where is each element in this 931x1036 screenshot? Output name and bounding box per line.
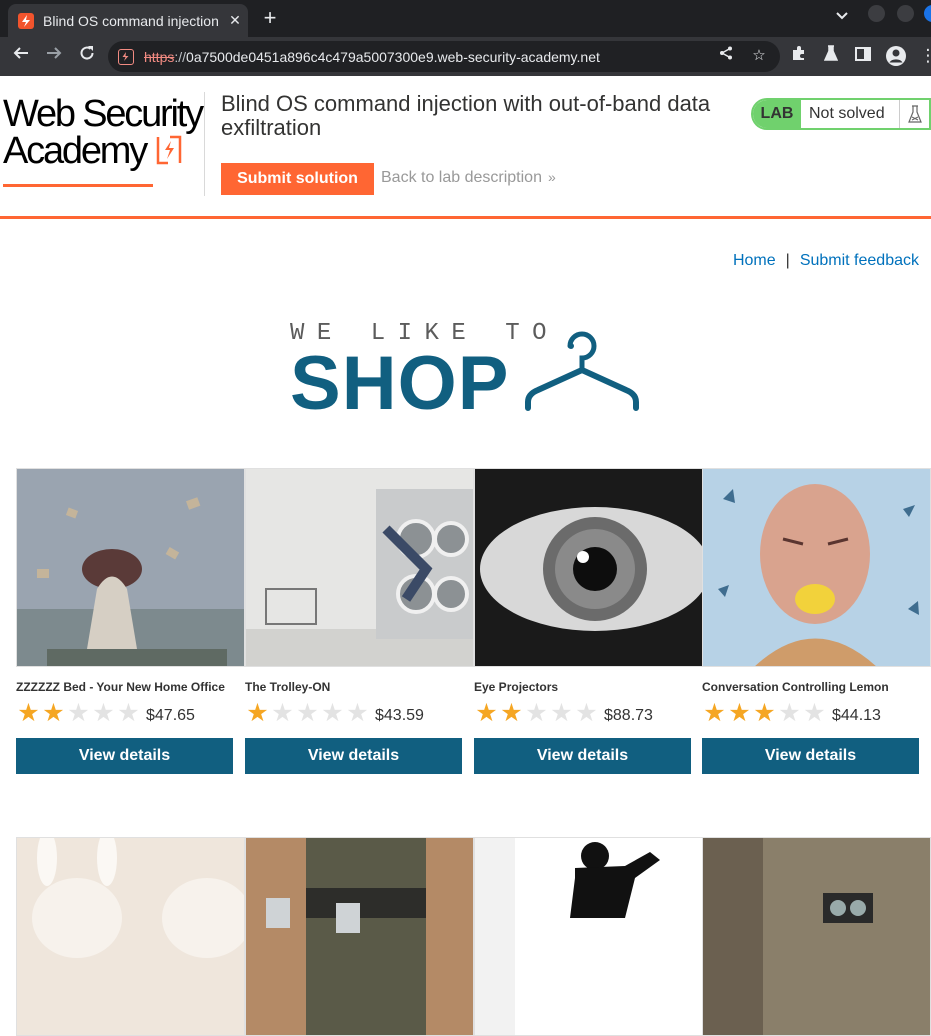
shop-logo: WE LIKE TO SHOP bbox=[290, 320, 639, 422]
star-icon: ★ bbox=[525, 699, 548, 727]
product-card bbox=[702, 837, 931, 1036]
flask-labs-icon[interactable] bbox=[820, 45, 842, 67]
product-rating: ★ ★ ★ ★ ★ $47.65 bbox=[16, 701, 245, 726]
star-icon: ★ bbox=[500, 699, 523, 727]
product-rating: ★ ★ ★ ★ ★ $43.59 bbox=[245, 701, 474, 726]
product-name: The Trolley-ON bbox=[245, 680, 331, 694]
product-image bbox=[702, 468, 931, 667]
star-icon: ★ bbox=[346, 699, 369, 727]
browser-tab[interactable]: Blind OS command injection with out-of-b… bbox=[8, 4, 248, 37]
forward-arrow-icon[interactable] bbox=[43, 45, 65, 67]
star-icon: ★ bbox=[117, 699, 140, 727]
product-card bbox=[16, 837, 245, 1036]
product-card bbox=[245, 837, 474, 1036]
new-tab-icon[interactable]: + bbox=[258, 6, 282, 30]
product-card: Eye Projectors ★ ★ ★ ★ ★ $88.73 View det… bbox=[474, 468, 703, 774]
back-arrow-icon[interactable] bbox=[10, 45, 32, 67]
product-image bbox=[245, 837, 474, 1036]
academy-lightning-icon bbox=[157, 135, 182, 165]
submit-solution-button[interactable]: Submit solution bbox=[221, 163, 374, 195]
extensions-puzzle-icon[interactable] bbox=[788, 45, 810, 67]
product-card: ZZZZZZ Bed - Your New Home Office ★ ★ ★ … bbox=[16, 468, 245, 774]
star-icon: ★ bbox=[753, 699, 776, 727]
browser-tab-bar: Blind OS command injection with out-of-b… bbox=[0, 0, 931, 37]
product-image bbox=[16, 837, 245, 1036]
logo-underline bbox=[3, 184, 153, 187]
top-navigation: Home | Submit feedback bbox=[732, 252, 919, 269]
product-price: $43.59 bbox=[375, 706, 424, 724]
site-info-icon[interactable] bbox=[118, 48, 134, 65]
lab-label: LAB bbox=[753, 100, 801, 128]
star-icon: ★ bbox=[475, 699, 498, 727]
product-image bbox=[474, 837, 703, 1036]
url-text: https://0a7500de0451a896c4c479a5007300e9… bbox=[144, 48, 600, 65]
double-chevron-right-icon: » bbox=[547, 169, 556, 185]
product-card: The Trolley-ON ★ ★ ★ ★ ★ $43.59 View det… bbox=[245, 468, 474, 774]
product-rating: ★ ★ ★ ★ ★ $44.13 bbox=[702, 701, 931, 726]
portswigger-favicon-icon bbox=[18, 12, 34, 29]
star-icon: ★ bbox=[575, 699, 598, 727]
star-icon: ★ bbox=[728, 699, 751, 727]
star-icon: ★ bbox=[17, 699, 40, 727]
tab-title: Blind OS command injection with out-of-b… bbox=[43, 12, 221, 29]
browser-menu-icon[interactable]: ⋮ bbox=[917, 45, 931, 67]
product-card bbox=[474, 837, 703, 1036]
product-name: Conversation Controlling Lemon bbox=[702, 680, 889, 694]
lab-status-badge: LAB Not solved bbox=[751, 98, 931, 130]
window-minimize-icon[interactable] bbox=[868, 5, 885, 22]
product-name: Eye Projectors bbox=[474, 680, 559, 694]
star-icon: ★ bbox=[550, 699, 573, 727]
star-icon: ★ bbox=[703, 699, 726, 727]
lab-header: Web Security Academy Blind OS command in… bbox=[0, 76, 931, 219]
product-image bbox=[16, 468, 245, 667]
star-icon: ★ bbox=[42, 699, 65, 727]
side-panel-icon[interactable] bbox=[852, 45, 874, 67]
view-details-button[interactable]: View details bbox=[16, 738, 233, 774]
view-details-button[interactable]: View details bbox=[245, 738, 462, 774]
product-card: Conversation Controlling Lemon ★ ★ ★ ★ ★… bbox=[702, 468, 931, 774]
star-icon: ★ bbox=[67, 699, 90, 727]
product-image bbox=[245, 468, 474, 667]
shop-logo-word: SHOP bbox=[290, 341, 510, 426]
product-rating: ★ ★ ★ ★ ★ $88.73 bbox=[474, 701, 703, 726]
window-maximize-icon[interactable] bbox=[897, 5, 914, 22]
coat-hanger-icon bbox=[525, 331, 639, 411]
view-details-button[interactable]: View details bbox=[702, 738, 919, 774]
product-price: $47.65 bbox=[146, 706, 195, 724]
share-icon[interactable] bbox=[715, 46, 737, 64]
product-image bbox=[702, 837, 931, 1036]
lab-title: Blind OS command injection with out-of-b… bbox=[221, 91, 711, 140]
reload-icon[interactable] bbox=[76, 45, 98, 67]
tab-search-chevron-icon[interactable] bbox=[836, 9, 848, 23]
back-to-lab-description-link[interactable]: Back to lab description» bbox=[381, 169, 556, 187]
star-icon: ★ bbox=[778, 699, 801, 727]
window-close-icon[interactable] bbox=[924, 5, 931, 22]
bookmark-star-icon[interactable]: ☆ bbox=[748, 46, 770, 64]
header-divider bbox=[204, 92, 205, 196]
lab-status-text: Not solved bbox=[809, 105, 885, 122]
view-details-button[interactable]: View details bbox=[474, 738, 691, 774]
browser-toolbar: https://0a7500de0451a896c4c479a5007300e9… bbox=[0, 37, 931, 76]
address-bar[interactable]: https://0a7500de0451a896c4c479a5007300e9… bbox=[108, 41, 780, 72]
star-icon: ★ bbox=[296, 699, 319, 727]
star-icon: ★ bbox=[271, 699, 294, 727]
close-tab-icon[interactable]: ✕ bbox=[227, 12, 243, 29]
product-price: $88.73 bbox=[604, 706, 653, 724]
product-image bbox=[474, 468, 703, 667]
star-icon: ★ bbox=[321, 699, 344, 727]
star-icon: ★ bbox=[246, 699, 269, 727]
profile-avatar-icon[interactable] bbox=[885, 45, 907, 67]
product-price: $44.13 bbox=[832, 706, 881, 724]
star-icon: ★ bbox=[92, 699, 115, 727]
web-security-academy-logo[interactable]: Web Security Academy bbox=[3, 95, 204, 187]
flask-icon bbox=[899, 100, 929, 128]
submit-feedback-link[interactable]: Submit feedback bbox=[800, 252, 919, 269]
star-icon: ★ bbox=[803, 699, 826, 727]
product-name: ZZZZZZ Bed - Your New Home Office bbox=[16, 680, 225, 694]
home-link[interactable]: Home bbox=[733, 252, 776, 269]
